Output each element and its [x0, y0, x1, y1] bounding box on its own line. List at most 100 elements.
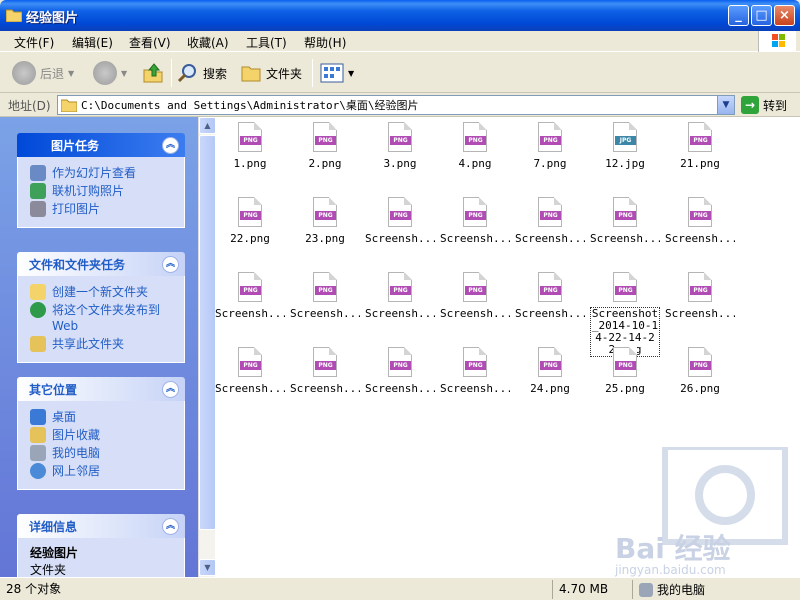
share-folder-link[interactable]: 共享此文件夹	[30, 336, 176, 352]
collapse-icon[interactable]: ︽	[162, 381, 179, 398]
explorer-window: 经验图片 _ □ × 文件(F) 编辑(E) 查看(V) 收藏(A) 工具(T)…	[0, 0, 800, 600]
folders-button[interactable]: 文件夹	[240, 61, 302, 85]
new-folder-link[interactable]: 创建一个新文件夹	[30, 284, 176, 300]
file-item[interactable]: PNG 7.png	[515, 122, 585, 170]
png-file-icon: PNG	[238, 347, 262, 377]
file-tasks-header[interactable]: 文件和文件夹任务 ︽	[17, 252, 185, 276]
share-folder-label: 共享此文件夹	[52, 337, 125, 351]
file-item[interactable]: PNG 3.png	[365, 122, 435, 170]
network-icon	[30, 463, 46, 479]
menu-view[interactable]: 查看(V)	[129, 34, 171, 51]
file-type-tag: PNG	[465, 361, 486, 370]
my-computer-link[interactable]: 我的电脑	[30, 445, 176, 461]
file-tasks-title: 文件和文件夹任务	[29, 257, 126, 272]
file-item[interactable]: PNGScreenshot_2014-10-14-22-14-22.png	[590, 272, 660, 357]
collapse-icon[interactable]: ︽	[162, 256, 179, 273]
title-bar[interactable]: 经验图片 _ □ ×	[0, 0, 800, 31]
collapse-icon[interactable]: ︽	[162, 137, 179, 154]
file-item[interactable]: PNG 26.png	[665, 347, 735, 395]
file-item[interactable]: PNG Screensh...	[590, 197, 660, 245]
slideshow-link[interactable]: 作为幻灯片查看	[30, 165, 176, 181]
order-prints-link[interactable]: 联机订购照片	[30, 183, 176, 199]
file-item[interactable]: PNG Screensh...	[365, 272, 435, 320]
search-button[interactable]: 搜索	[177, 61, 227, 85]
my-pictures-link[interactable]: 图片收藏	[30, 427, 176, 443]
png-file-icon: PNG	[688, 122, 712, 152]
publish-web-link[interactable]: 将这个文件夹发布到 Web	[30, 302, 176, 334]
file-name: Screensh...	[440, 382, 510, 395]
other-places-header[interactable]: 其它位置 ︽	[17, 377, 185, 401]
new-folder-label: 创建一个新文件夹	[52, 285, 149, 299]
forward-arrow-icon	[93, 61, 117, 85]
file-item[interactable]: PNG Screensh...	[440, 347, 510, 395]
details-type: 文件夹	[30, 563, 67, 577]
png-file-icon: PNG	[613, 272, 637, 302]
file-item[interactable]: PNG 1.png	[215, 122, 285, 170]
views-grid-icon	[320, 63, 344, 83]
file-item[interactable]: PNG 21.png	[665, 122, 735, 170]
minimize-button[interactable]: _	[728, 5, 749, 26]
file-item[interactable]: PNG 4.png	[440, 122, 510, 170]
address-dropdown-button[interactable]: ▼	[717, 96, 734, 114]
address-input[interactable]: C:\Documents and Settings\Administrator\…	[57, 95, 735, 115]
publish-web-icon	[30, 302, 46, 318]
png-file-icon: PNG	[388, 347, 412, 377]
status-bar: 28 个对象 4.70 MB 我的电脑	[0, 577, 800, 600]
file-item[interactable]: PNG Screensh...	[515, 272, 585, 320]
png-file-icon: PNG	[538, 347, 562, 377]
forward-button[interactable]: ▼	[93, 61, 127, 85]
file-item[interactable]: PNG 22.png	[215, 197, 285, 245]
file-type-tag: PNG	[315, 361, 336, 370]
menu-tools[interactable]: 工具(T)	[246, 34, 287, 51]
file-name: 21.png	[680, 157, 720, 170]
picture-tasks-panel: 图片任务 ︽ 作为幻灯片查看 联机订购照片 打印图片	[17, 133, 185, 228]
file-item[interactable]: PNG Screensh...	[515, 197, 585, 245]
menu-favorites[interactable]: 收藏(A)	[187, 34, 229, 51]
up-folder-button[interactable]	[142, 61, 164, 85]
details-header[interactable]: 详细信息 ︽	[17, 514, 185, 538]
file-item[interactable]: PNG Screensh...	[440, 272, 510, 320]
order-prints-icon	[30, 183, 46, 199]
vertical-scrollbar[interactable]: ▲ ▼	[198, 117, 216, 577]
file-item[interactable]: PNG 25.png	[590, 347, 660, 395]
close-button[interactable]: ×	[774, 5, 795, 26]
file-item[interactable]: PNG Screensh...	[365, 197, 435, 245]
png-file-icon: PNG	[463, 347, 487, 377]
views-button[interactable]: ▼	[320, 61, 354, 85]
scroll-up-button[interactable]: ▲	[199, 117, 216, 134]
png-file-icon: PNG	[463, 197, 487, 227]
menu-file[interactable]: 文件(F)	[14, 34, 54, 51]
file-item[interactable]: PNG Screensh...	[215, 347, 285, 395]
file-item[interactable]: PNG Screensh...	[290, 347, 360, 395]
menu-edit[interactable]: 编辑(E)	[72, 34, 113, 51]
file-name: Screensh...	[215, 382, 285, 395]
file-item[interactable]: PNG Screensh...	[665, 272, 735, 320]
file-name: Screensh...	[290, 382, 360, 395]
picture-tasks-header[interactable]: 图片任务 ︽	[17, 133, 185, 157]
maximize-button[interactable]: □	[751, 5, 772, 26]
back-button[interactable]: 后退 ▼	[12, 61, 74, 85]
menu-help[interactable]: 帮助(H)	[304, 34, 346, 51]
file-view[interactable]: Bai 经验 jingyan.baidu.com PNG 1.png PNG 2.pn…	[215, 117, 800, 577]
file-item[interactable]: PNG 23.png	[290, 197, 360, 245]
file-item[interactable]: PNG Screensh...	[665, 197, 735, 245]
file-name: Screensh...	[365, 382, 435, 395]
file-item[interactable]: PNG 24.png	[515, 347, 585, 395]
file-name: Screensh...	[365, 307, 435, 320]
file-item[interactable]: PNG Screensh...	[365, 347, 435, 395]
file-item[interactable]: PNG Screensh...	[215, 272, 285, 320]
file-item[interactable]: PNG Screensh...	[440, 197, 510, 245]
scroll-down-button[interactable]: ▼	[199, 559, 216, 576]
chevron-down-icon: ▼	[121, 68, 128, 78]
go-button[interactable]: → 转到	[741, 96, 787, 114]
desktop-link[interactable]: 桌面	[30, 409, 176, 425]
file-name: 3.png	[383, 157, 417, 170]
scroll-thumb[interactable]	[199, 135, 216, 530]
file-item[interactable]: JPG 12.jpg	[590, 122, 660, 170]
file-item[interactable]: PNG 2.png	[290, 122, 360, 170]
network-link[interactable]: 网上邻居	[30, 463, 176, 479]
print-pictures-link[interactable]: 打印图片	[30, 201, 176, 217]
file-item[interactable]: PNG Screensh...	[290, 272, 360, 320]
collapse-icon[interactable]: ︽	[162, 518, 179, 535]
file-type-tag: PNG	[240, 361, 261, 370]
